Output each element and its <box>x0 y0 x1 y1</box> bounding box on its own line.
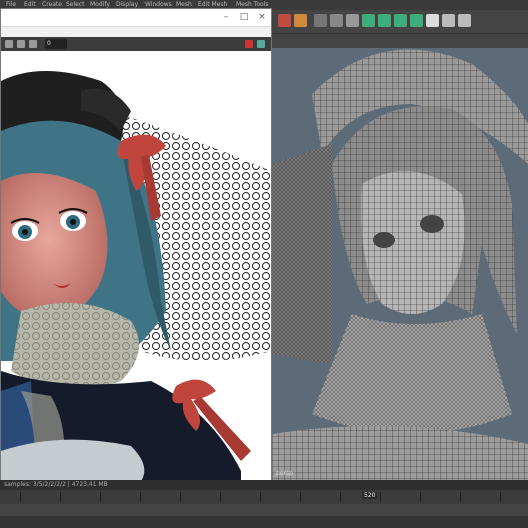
shelf-toolbar <box>270 10 528 34</box>
time-tick <box>260 492 261 502</box>
menu-create[interactable]: Create <box>42 1 62 8</box>
time-tick <box>420 492 421 502</box>
render-status-text: samples: 3/5/2/2/2/2 | 4723.41 MB <box>0 480 528 490</box>
shelf-tool-icon[interactable] <box>426 14 439 27</box>
time-tick <box>20 492 21 502</box>
frame-field[interactable]: 0 <box>45 39 67 49</box>
menu-mesh[interactable]: Mesh <box>176 1 192 8</box>
time-slider[interactable]: 520 <box>0 490 528 504</box>
shelf-tool-icon[interactable] <box>410 14 423 27</box>
menu-modify[interactable]: Modify <box>90 1 110 8</box>
wireframe-model <box>272 49 528 480</box>
time-tick <box>340 492 341 502</box>
command-line[interactable] <box>0 516 528 528</box>
render-icon[interactable] <box>5 40 13 48</box>
perspective-viewport[interactable]: persp <box>272 34 528 480</box>
time-tick <box>500 492 501 502</box>
render-view-menubar <box>1 27 271 37</box>
time-tick <box>220 492 221 502</box>
time-tick <box>100 492 101 502</box>
shelf-tool-icon[interactable] <box>458 14 471 27</box>
shelf-tool-icon[interactable] <box>394 14 407 27</box>
minimize-icon[interactable]: – <box>219 11 233 24</box>
render-view-toolbar: 0 <box>1 37 271 51</box>
time-tick <box>460 492 461 502</box>
shelf-tool-icon[interactable] <box>294 14 307 27</box>
menu-edit-mesh[interactable]: Edit Mesh <box>198 1 227 8</box>
time-tick <box>180 492 181 502</box>
render-view-titlebar[interactable]: – □ × <box>1 9 271 27</box>
menu-display[interactable]: Display <box>116 1 138 8</box>
menu-mesh-tools[interactable]: Mesh Tools <box>236 1 268 8</box>
render-view-window[interactable]: – □ × 0 <box>0 8 272 489</box>
shelf-tool-icon[interactable] <box>278 14 291 27</box>
shelf-tool-icon[interactable] <box>362 14 375 27</box>
rendered-image <box>1 51 271 481</box>
shelf-tool-icon[interactable] <box>346 14 359 27</box>
menu-file[interactable]: File <box>6 1 16 8</box>
range-slider[interactable] <box>0 504 528 516</box>
snapshot-icon[interactable] <box>29 40 37 48</box>
menu-windows[interactable]: Windows <box>145 1 172 8</box>
menu-edit[interactable]: Edit <box>24 1 36 8</box>
current-frame-readout: 520 <box>362 492 378 499</box>
shelf-tool-icon[interactable] <box>330 14 343 27</box>
shelf-tool-icon[interactable] <box>442 14 455 27</box>
maximize-icon[interactable]: □ <box>237 11 251 24</box>
menu-select[interactable]: Select <box>66 1 85 8</box>
time-tick <box>380 492 381 502</box>
close-icon[interactable]: × <box>255 11 269 24</box>
shelf-tool-icon[interactable] <box>378 14 391 27</box>
camera-label: persp <box>276 470 293 477</box>
rendered-character <box>1 71 271 481</box>
shelf-tool-icon[interactable] <box>314 14 327 27</box>
channel-icon[interactable] <box>257 40 265 48</box>
time-tick <box>60 492 61 502</box>
time-tick <box>300 492 301 502</box>
stop-render-icon[interactable] <box>245 40 253 48</box>
time-tick <box>140 492 141 502</box>
ipr-icon[interactable] <box>17 40 25 48</box>
